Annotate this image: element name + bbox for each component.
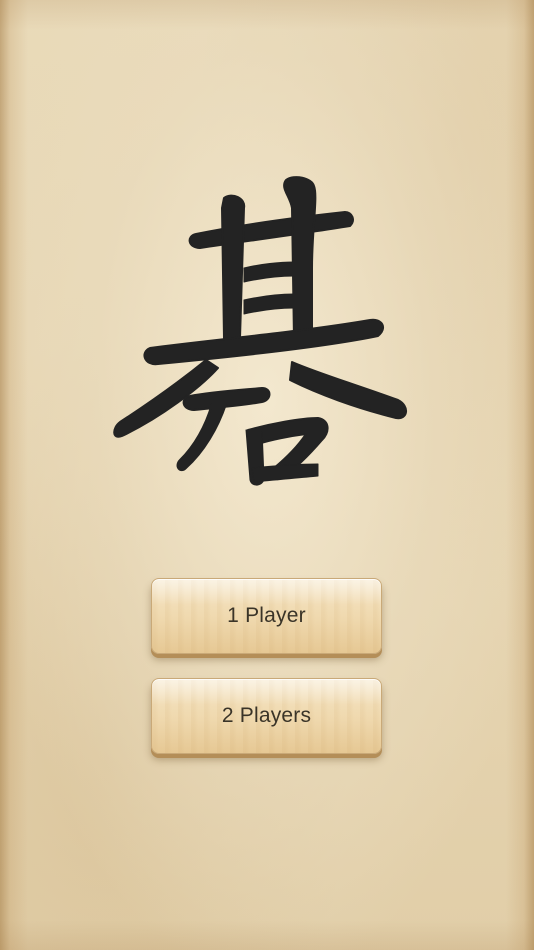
go-kanji-logo — [0, 168, 534, 498]
two-players-label: 2 Players — [221, 704, 312, 727]
go-kanji-logo-drawing — [113, 176, 407, 486]
two-players-button[interactable]: 2 Players — [151, 678, 382, 754]
one-player-label: 1 Player — [227, 604, 306, 627]
one-player-button[interactable]: 1 Player — [151, 578, 382, 654]
